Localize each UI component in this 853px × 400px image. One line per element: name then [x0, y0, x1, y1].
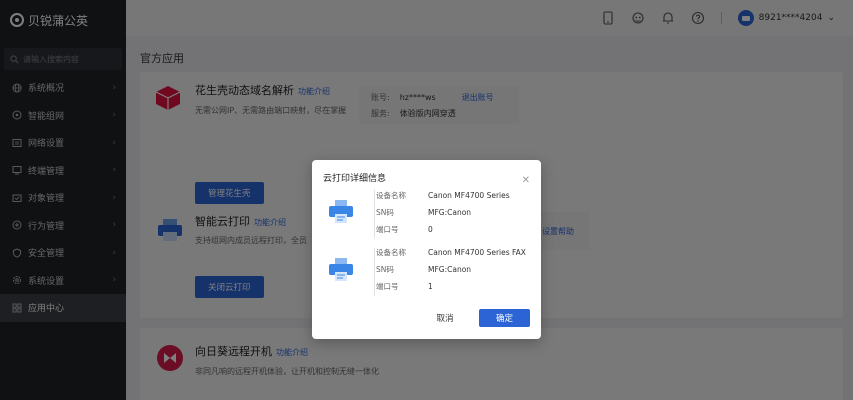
printer-info: 设备名称 Canon MF4700 Series FAX SN码 MFG:Canon…	[376, 244, 526, 295]
field-label: SN码	[376, 265, 394, 274]
printer-icon	[329, 258, 353, 281]
port-number: 1	[428, 282, 433, 291]
sn-code: MFG:Canon	[428, 208, 472, 217]
device-name: Canon MF4700 Series FAX	[428, 248, 526, 257]
field-label: SN码	[376, 208, 394, 217]
field-label: 端口号	[376, 282, 399, 291]
confirm-button[interactable]: 确定	[479, 309, 530, 327]
cloud-print-detail-dialog: 云打印详细信息 ✕ 设备名称 Canon MF4700 Series SN码 MFG…	[312, 160, 541, 339]
device-name: Canon MF4700 Series	[428, 191, 510, 200]
printer-info: 设备名称 Canon MF4700 Series SN码 MFG:Canon 端口号…	[376, 187, 510, 238]
field-label: 端口号	[376, 225, 399, 234]
field-label: 设备名称	[376, 191, 406, 200]
sn-code: MFG:Canon	[428, 265, 472, 274]
field-label: 设备名称	[376, 248, 406, 257]
printer-divider	[374, 248, 375, 296]
close-icon[interactable]: ✕	[522, 176, 530, 186]
printer-divider	[374, 190, 375, 238]
cancel-button[interactable]: 取消	[426, 309, 464, 327]
printer-icon	[329, 200, 353, 223]
dialog-title: 云打印详细信息	[323, 174, 387, 184]
port-number: 0	[428, 225, 433, 234]
